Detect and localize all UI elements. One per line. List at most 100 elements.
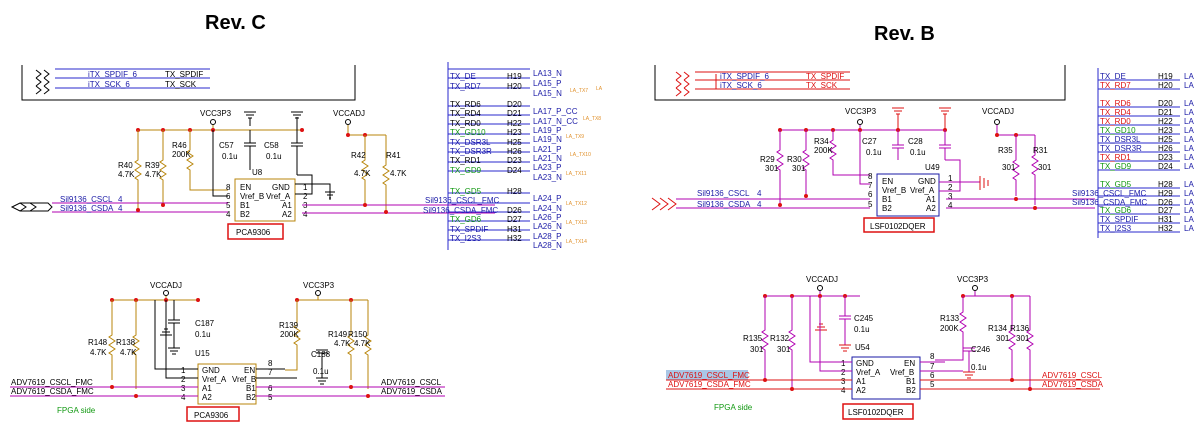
power-port-icon: [857, 119, 863, 125]
la-label: LA17_P_CC: [533, 107, 578, 116]
pin-name: Vref_A: [910, 186, 935, 195]
resistor-ref: R41: [386, 151, 401, 160]
net-label: ADV7619_CSCL_FMC: [668, 371, 750, 380]
cap-value: 0.1u: [866, 148, 882, 157]
net-label: ADV7619_CSCL: [381, 378, 442, 387]
net-label: Sil9136_CSDA: [697, 200, 751, 209]
conn-net: TX_RD0: [450, 119, 481, 128]
pin-name: A2: [282, 210, 292, 219]
la-label: LA23_N: [533, 173, 562, 182]
pin-id: H31: [507, 225, 522, 234]
rev-c-bottom-circuit: VCCADJ VCC3P3 R148 4.7K R138 4.7K R139 2…: [10, 281, 445, 422]
net-label: 4: [757, 200, 762, 209]
rev-c-connector: TX_DE TX_RD7 TX_RD6 TX_RD4 TX_RD0 TX_GD1…: [447, 62, 603, 250]
la-label: LA: [1184, 117, 1194, 126]
conn-net: TX_DSR3L: [1100, 135, 1141, 144]
pin-number: 7: [930, 362, 935, 371]
pin-number: 6: [868, 190, 873, 199]
power-port-icon: [315, 290, 321, 296]
chip-label: LSF0102DQER: [848, 408, 904, 417]
pin-name: A2: [856, 386, 866, 395]
resistor-ref: R35: [998, 146, 1013, 155]
supply-label: VCCADJ: [806, 275, 838, 284]
cap-ref: C246: [971, 345, 991, 354]
pin-number: 2: [841, 368, 846, 377]
la-label: LA24_P: [533, 194, 561, 203]
resistor-value: 301: [1002, 163, 1016, 172]
la-label: LA: [1184, 108, 1194, 117]
la-label: LA: [1184, 224, 1194, 233]
resistor-value: 301: [996, 334, 1010, 343]
resistor-value: 4.7K: [90, 348, 107, 357]
conn-net: TX_GD6: [1100, 206, 1132, 215]
pin-id: H19: [507, 72, 522, 81]
la-label: LA: [1184, 215, 1194, 224]
pin-id: H23: [507, 128, 522, 137]
la-label: LA: [1184, 144, 1194, 153]
pin-number: 3: [841, 377, 846, 386]
supply-label: VCCADJ: [333, 109, 365, 118]
pin-id: H25: [507, 138, 522, 147]
chip-ref: U54: [855, 343, 870, 352]
la-label: LA: [1184, 206, 1194, 215]
tx-label: LA: [596, 86, 603, 92]
pin-name: GND: [918, 177, 936, 186]
resistor-ref: R132: [770, 334, 790, 343]
la-label: LA21_P: [533, 145, 561, 154]
pin-number: 8: [930, 352, 935, 361]
la-label: LA23_P: [533, 163, 561, 172]
conn-net: TX_RD6: [450, 100, 481, 109]
la-label: LA28_P: [533, 232, 561, 241]
resistor-ref: R34: [814, 137, 829, 146]
la-label: LA: [1184, 153, 1194, 162]
la-label: LA: [1184, 189, 1194, 198]
cap-ref: C245: [854, 314, 874, 323]
resistor-ref: R150: [348, 330, 368, 339]
la-label: LA19_P: [533, 126, 561, 135]
pin-number: 3: [181, 384, 186, 393]
conn-net: TX_SPDIF: [450, 225, 488, 234]
pin-id: H29: [1158, 189, 1173, 198]
pin-number: 4: [303, 210, 308, 219]
pin-id: D23: [1158, 153, 1173, 162]
conn-net: TX_RD4: [1100, 108, 1131, 117]
resistor-ref: R148: [88, 338, 108, 347]
supply-label: VCCADJ: [982, 107, 1014, 116]
pin-name: B1: [906, 377, 916, 386]
conn-net: TX_GD10: [450, 128, 486, 137]
supply-label: VCC3P3: [957, 275, 989, 284]
tx-label: LA_TX9: [566, 134, 584, 140]
resistor-value: 4.7K: [354, 339, 371, 348]
la-label: LA26_P: [533, 213, 561, 222]
tx-label: LA_TX8: [583, 116, 601, 122]
pin-name: A1: [202, 384, 212, 393]
cap-value: 0.1u: [195, 330, 211, 339]
bus-arrows: [35, 69, 50, 95]
pin-number: 4: [948, 201, 953, 210]
la-label: LA: [1184, 135, 1194, 144]
cap-ref: C58: [264, 141, 279, 150]
pin-name: A2: [926, 204, 936, 213]
net-label: Sil9136_CSDA: [60, 204, 114, 213]
pin-id: H22: [507, 119, 522, 128]
resistor-value: 4.7K: [118, 170, 135, 179]
pin-number: 4: [841, 386, 846, 395]
rev-c-header: Rev. C: [205, 12, 266, 34]
cap-value: 0.1u: [910, 148, 926, 157]
net-label: Sil9136_CSDA_FMC: [423, 206, 498, 215]
net-label: Sil9136_CSCL: [697, 189, 750, 198]
net-label: ADV7619_CSDA_FMC: [668, 380, 751, 389]
resistor-value: 4.7K: [334, 339, 351, 348]
resistor-ref: R46: [172, 141, 187, 150]
supply-label: VCC3P3: [303, 281, 335, 290]
rev-b-top-circuit: iTX_SPDIF_6 TX_SPDIF iTX_SCK_6 TX_SCK VC…: [651, 65, 1147, 233]
pin-name: EN: [882, 177, 893, 186]
cap-value: 0.1u: [971, 363, 987, 372]
pin-number: 8: [226, 183, 231, 192]
pin-id: H28: [1158, 180, 1173, 189]
resistor-value: 200K: [940, 324, 959, 333]
pin-name: EN: [240, 183, 251, 192]
conn-net: TX_GD5: [450, 187, 482, 196]
pin-name: Vref_B: [890, 368, 914, 377]
resistor-ref: R31: [1033, 146, 1048, 155]
